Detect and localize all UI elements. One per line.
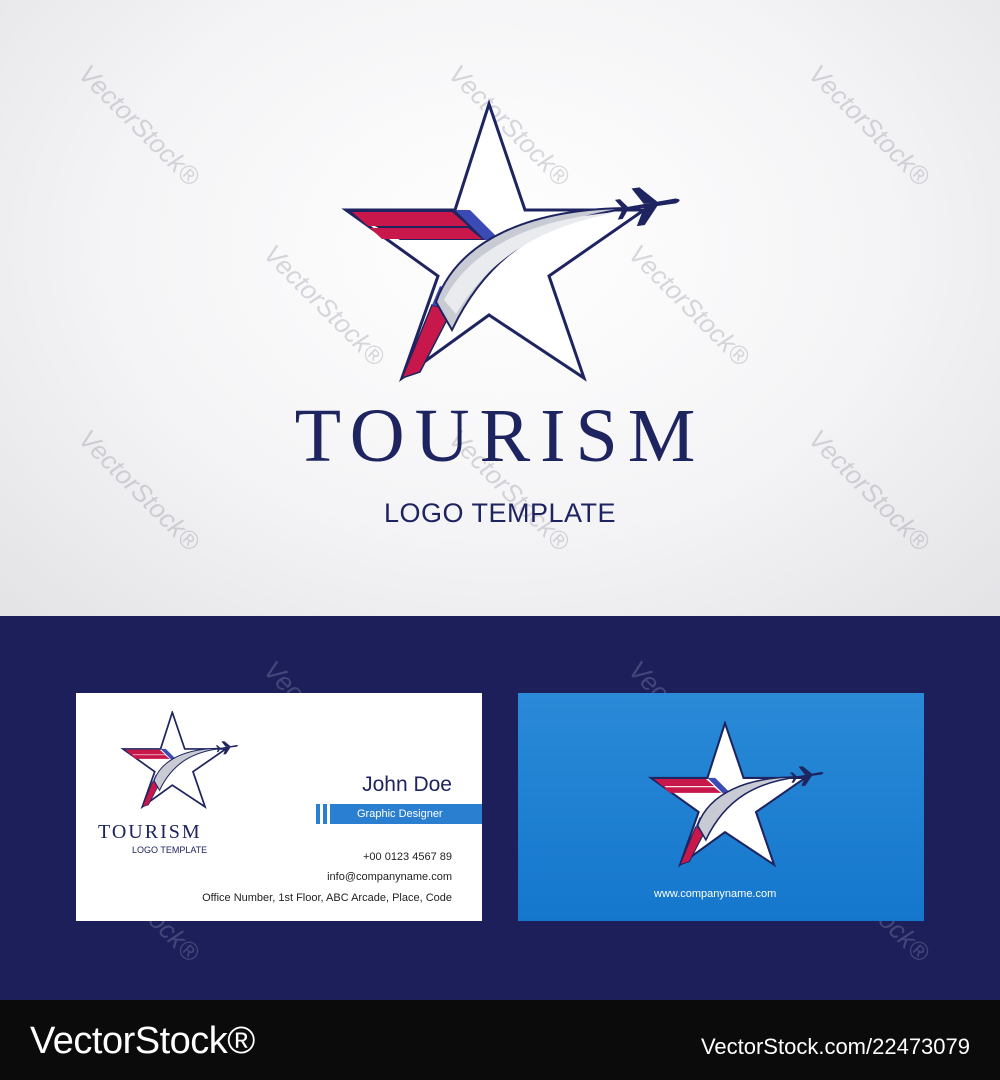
footer-brand-text: VectorStock <box>30 1020 228 1062</box>
star-airplane-swoosh-icon <box>120 711 239 810</box>
star-airplane-swoosh-icon <box>341 100 680 383</box>
role-stripe <box>316 804 320 824</box>
logo-subtitle: LOGO TEMPLATE <box>383 498 617 528</box>
star-airplane-swoosh-icon <box>648 721 824 868</box>
footer-image-id: VectorStock.com/22473079 <box>700 1034 970 1059</box>
footer-bar: VectorStock® VectorStock.com/22473079 <box>0 1000 1000 1080</box>
watermark-text: VectorStock® <box>72 58 207 192</box>
role-stripe <box>323 804 327 824</box>
business-card-back: www.companyname.com <box>518 693 924 921</box>
card-person-name: John Doe <box>362 773 452 796</box>
card-phone: +00 0123 4567 89 <box>362 851 452 863</box>
card-email: info@companyname.com <box>327 871 452 883</box>
watermark-text: VectorStock® <box>802 58 937 192</box>
registered-mark: ® <box>227 1020 255 1062</box>
card-address: Office Number, 1st Floor, ABC Arcade, Pl… <box>202 892 452 904</box>
logo-title: TOURISM <box>294 394 706 478</box>
logo-showcase: VectorStock® VectorStock® VectorStock® V… <box>0 0 1000 616</box>
card-logo-subtitle: LOGO TEMPLATE <box>132 845 208 855</box>
card-logo-title: TOURISM <box>98 821 202 843</box>
business-card-front: TOURISM LOGO TEMPLATE John Doe Graphic D… <box>76 693 482 921</box>
card-person-role: Graphic Designer <box>357 808 443 820</box>
footer-brand[interactable]: VectorStock® <box>30 1020 255 1063</box>
card-website: www.companyname.com <box>654 888 777 900</box>
